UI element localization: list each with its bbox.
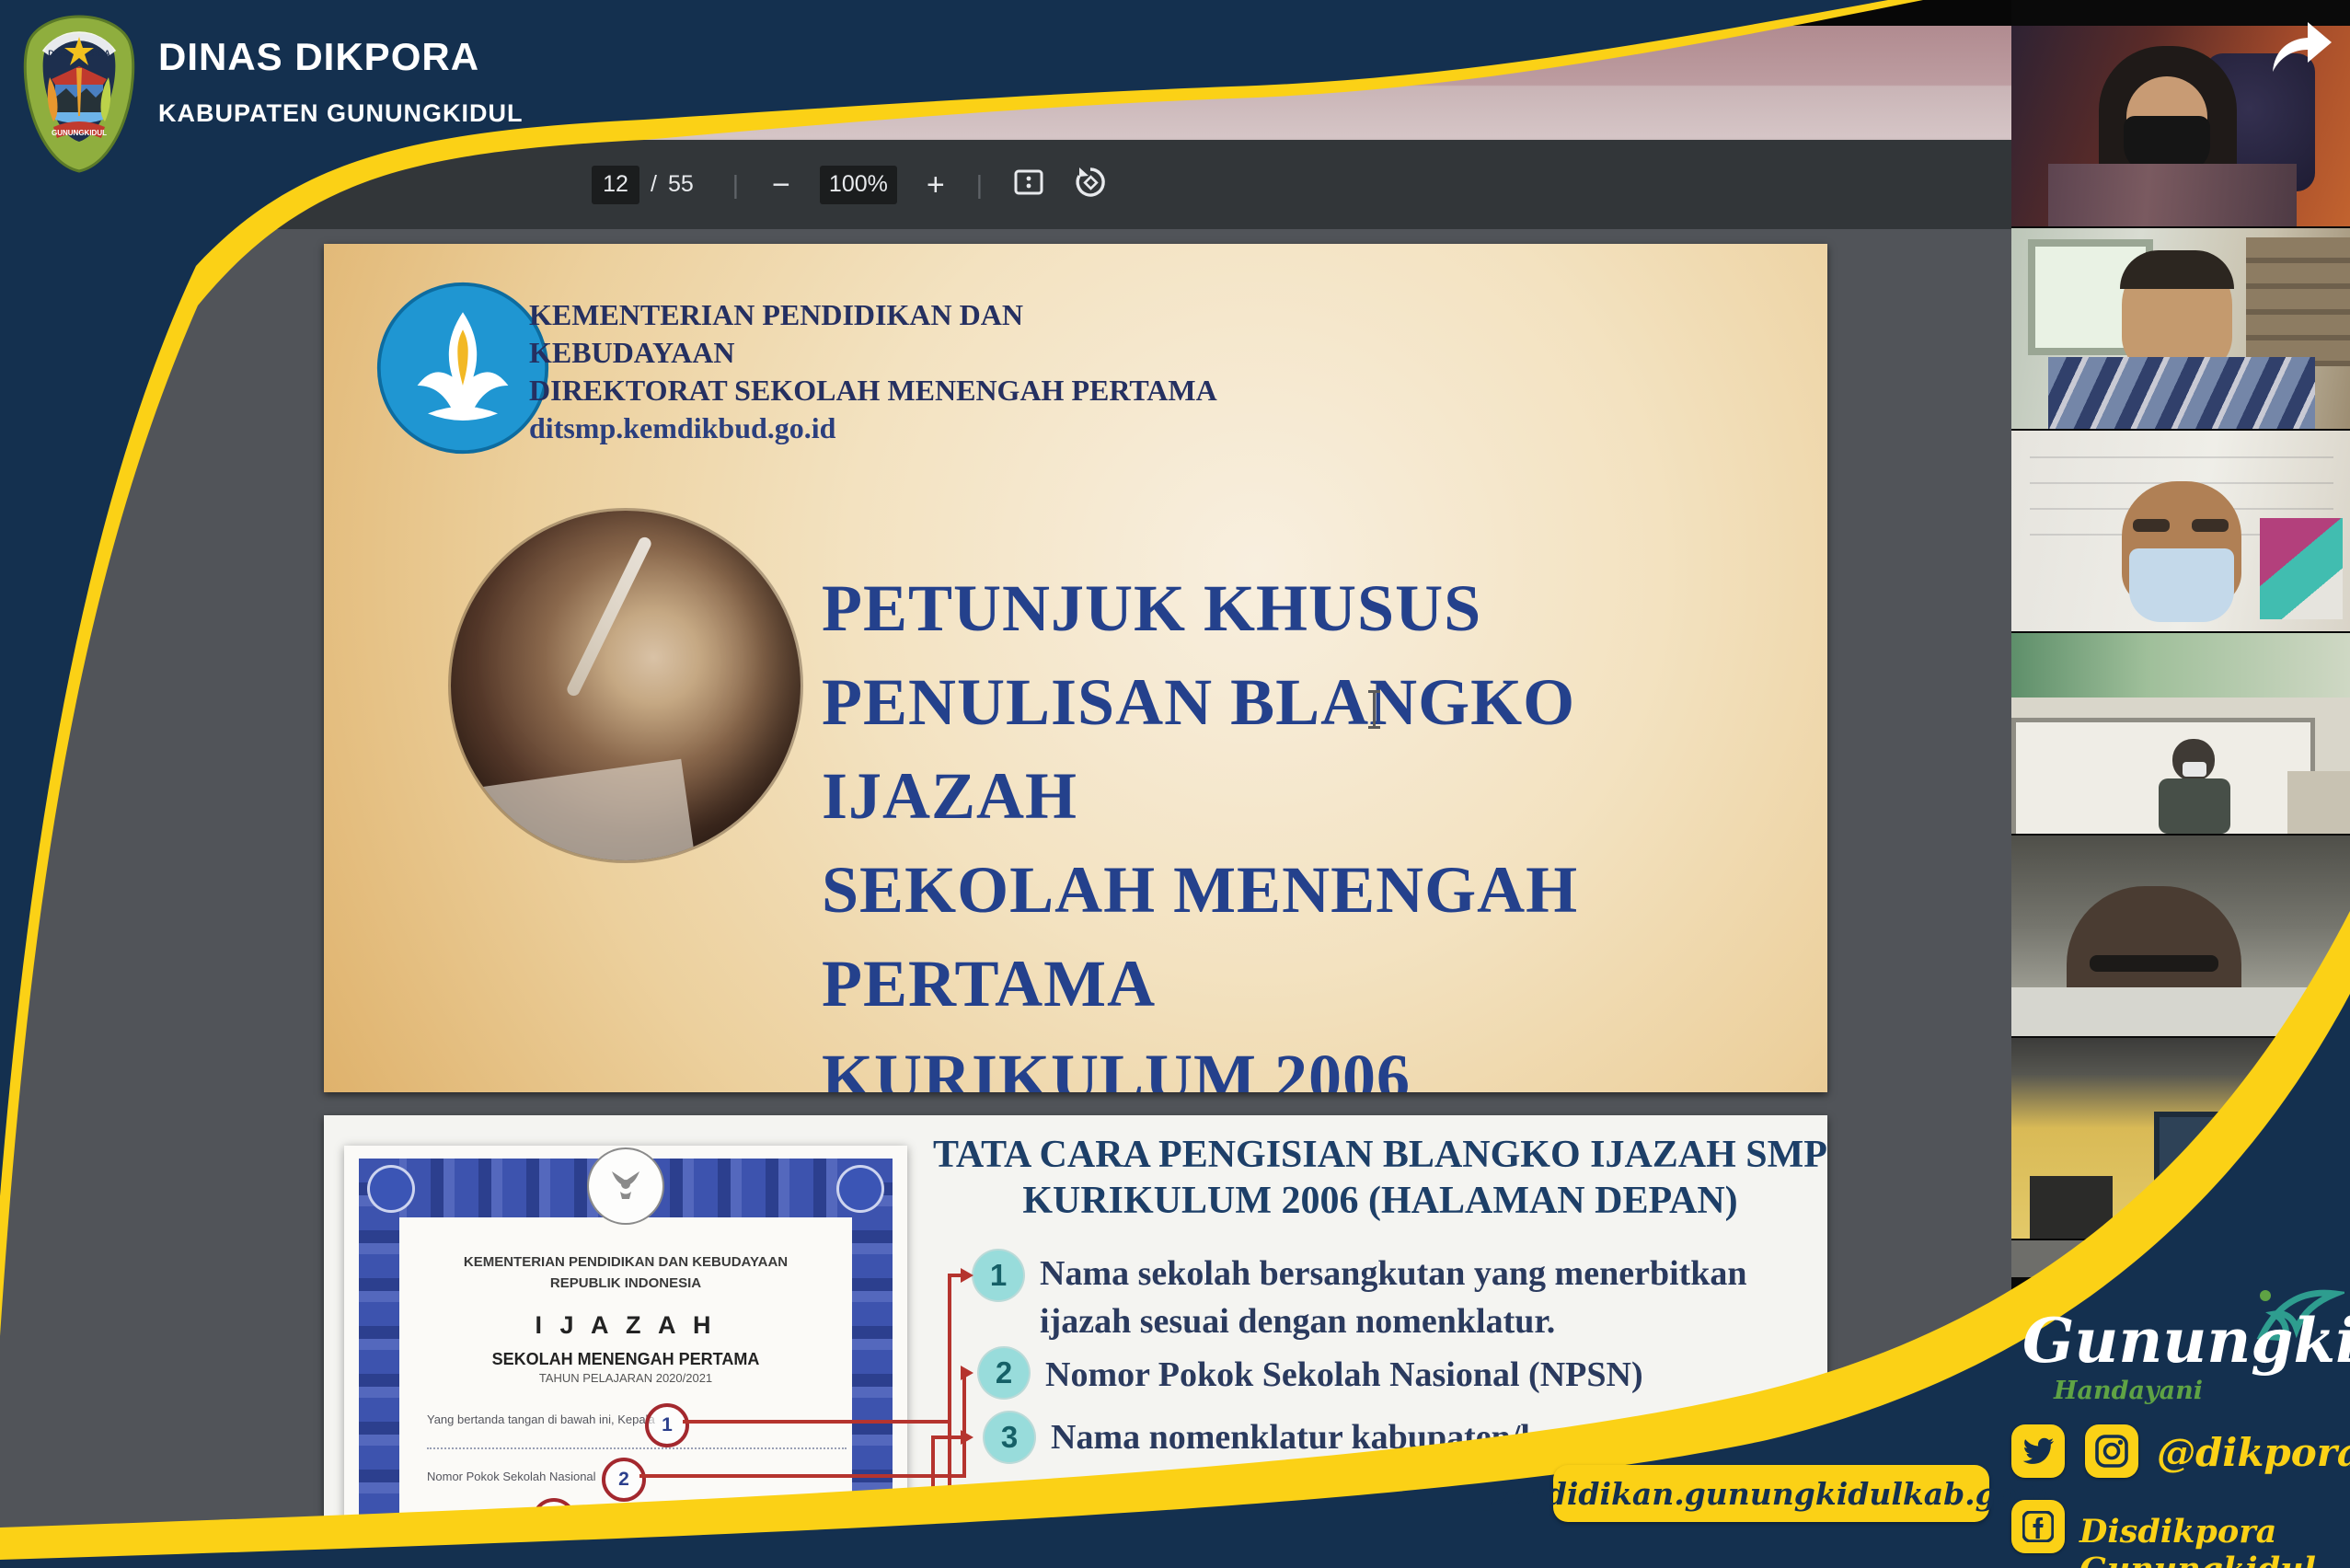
footer-url-text: pendidikan.gunungkidulkab.go.id bbox=[1483, 1476, 2060, 1512]
brand-name: Gunungkidul bbox=[2022, 1305, 2326, 1377]
twitter-icon[interactable] bbox=[2011, 1424, 2065, 1478]
brand-tagline: Handayani bbox=[2022, 1377, 2234, 1405]
instagram-handle: @dikpora_gk bbox=[2157, 1430, 2350, 1475]
video-conference-screen: 12 / 55 | − 100% + | K bbox=[0, 0, 2350, 1568]
gunungkidul-crest-logo: DHAKSINARGA GUNUNGKIDUL bbox=[18, 13, 140, 175]
facebook-name: Disdikpora Gunungkidul bbox=[2079, 1513, 2350, 1568]
agency-subtitle: KABUPATEN GUNUNGKIDUL bbox=[158, 99, 523, 128]
footer-url-pill[interactable]: pendidikan.gunungkidulkab.go.id bbox=[1553, 1465, 1989, 1522]
facebook-icon[interactable] bbox=[2011, 1500, 2065, 1553]
instagram-icon[interactable] bbox=[2085, 1424, 2138, 1478]
crest-banner-text: GUNUNGKIDUL bbox=[52, 129, 107, 137]
agency-name: DINAS DIKPORA bbox=[158, 35, 479, 79]
brand-frame-overlay bbox=[0, 0, 2350, 1568]
